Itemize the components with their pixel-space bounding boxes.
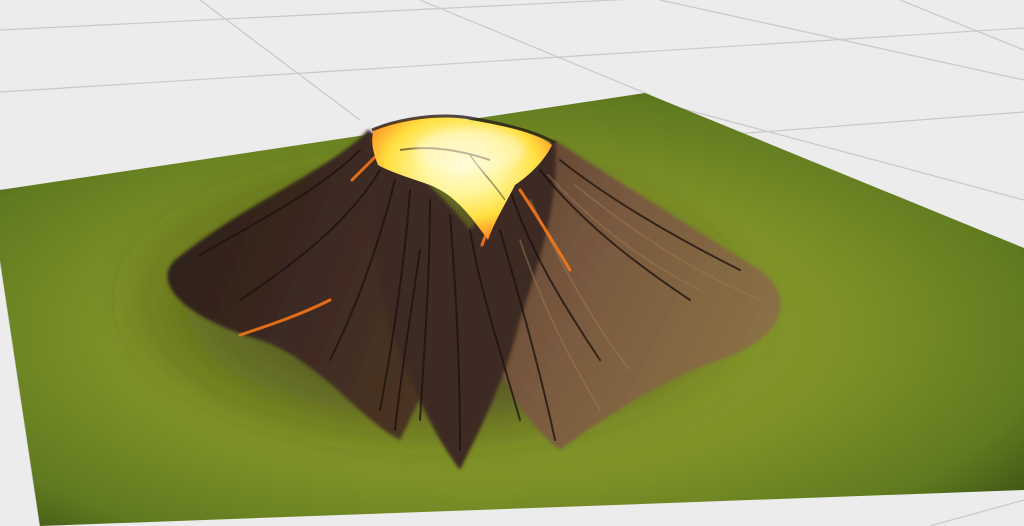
3d-viewport[interactable] — [0, 0, 1024, 526]
scene-canvas[interactable] — [0, 0, 1024, 526]
